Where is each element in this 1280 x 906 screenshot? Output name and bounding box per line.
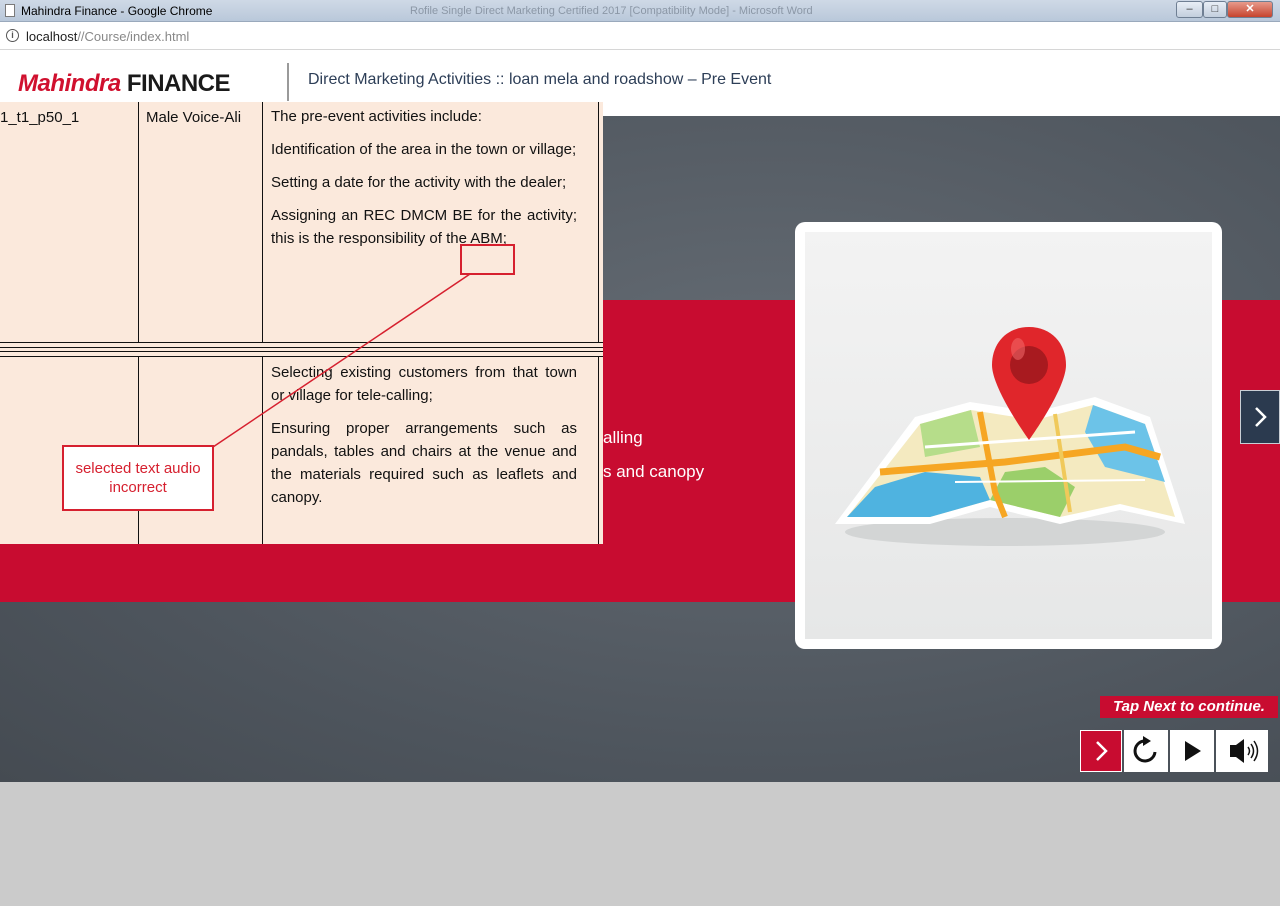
chevron-right-icon: [1255, 407, 1267, 427]
table-border: [138, 102, 139, 342]
map-pin-icon: [992, 327, 1066, 440]
logo-mahindra: Mahindra: [18, 70, 121, 97]
info-icon[interactable]: i: [6, 29, 19, 42]
replay-button[interactable]: [1124, 730, 1168, 772]
table-border: [0, 347, 603, 348]
volume-icon: [1230, 739, 1259, 763]
play-icon: [1185, 741, 1201, 761]
table-border: [598, 356, 599, 544]
replay-icon: [1133, 736, 1157, 763]
review-callout: selected text audio incorrect: [62, 445, 214, 511]
logo-finance: FINANCE: [126, 70, 231, 97]
table-border: [0, 342, 603, 343]
map-illustration: [805, 232, 1212, 639]
table-border: [598, 102, 599, 342]
table-border: [0, 351, 603, 352]
narration-paragraph: Setting a date for the activity with the…: [271, 174, 567, 191]
mahindra-finance-logo: Mahindra FINANCE: [18, 70, 231, 98]
narration-cell-1: The pre-event activities include: Identi…: [271, 105, 577, 260]
window-title: Mahindra Finance - Google Chrome: [21, 4, 213, 18]
table-border: [262, 102, 263, 342]
screen-id-cell: 1_t1_p50_1: [0, 109, 80, 126]
narration-paragraph: Ensuring proper arrangements such as pan…: [271, 420, 577, 506]
map-illustration-card: [795, 222, 1222, 649]
slide-bullet-partial-1: alling: [603, 428, 643, 447]
voice-cell: Male Voice-Ali: [146, 109, 242, 126]
side-next-button[interactable]: [1240, 390, 1280, 444]
text-highlight-box: [460, 244, 515, 275]
volume-button[interactable]: [1216, 730, 1268, 772]
narration-paragraph: Identification of the area in the town o…: [271, 141, 577, 158]
narration-paragraph: Selecting existing customers from that t…: [271, 364, 577, 404]
chevron-right-icon: [1096, 741, 1108, 761]
document-icon: [5, 4, 15, 17]
narration-paragraph: Assigning an REC DMCM BE for the activit…: [271, 207, 577, 247]
table-border: [0, 356, 603, 357]
table-border: [262, 356, 263, 544]
narration-cell-2: Selecting existing customers from that t…: [271, 361, 577, 519]
minimize-button[interactable]: –: [1176, 1, 1203, 18]
slide-bullet-partial-2: s and canopy: [603, 462, 705, 481]
maximize-button[interactable]: □: [1203, 1, 1227, 18]
page-title: Direct Marketing Activities :: loan mela…: [308, 71, 772, 88]
url-host: localhost: [26, 29, 78, 44]
tap-next-hint: Tap Next to continue.: [1100, 696, 1278, 718]
play-button[interactable]: [1170, 730, 1214, 772]
background-window-title: Rofile Single Direct Marketing Certified…: [410, 5, 813, 17]
url-path: //Course/index.html: [77, 29, 190, 44]
narration-paragraph: The pre-event activities include:: [271, 108, 482, 125]
window-titlebar: Mahindra Finance - Google Chrome Rofile …: [0, 0, 1280, 22]
close-window-button[interactable]: ✕: [1227, 1, 1273, 18]
header-divider: [287, 63, 289, 101]
url-text[interactable]: localhost//Course/index.html: [26, 29, 189, 44]
address-bar[interactable]: i localhost//Course/index.html: [0, 22, 1280, 50]
next-button[interactable]: [1080, 730, 1122, 772]
